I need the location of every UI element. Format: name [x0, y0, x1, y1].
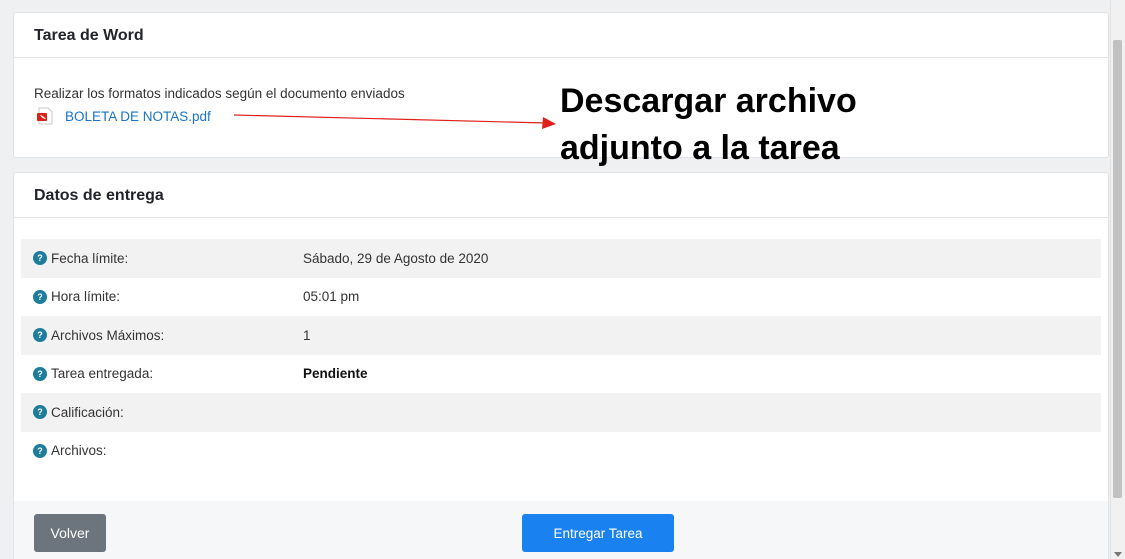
delivery-details: ? Fecha límite: Sábado, 29 de Agosto de … — [21, 239, 1101, 470]
back-button[interactable]: Volver — [34, 514, 106, 552]
question-circle-icon[interactable]: ? — [33, 405, 47, 420]
action-bar: Volver Entregar Tarea — [14, 501, 1108, 559]
question-circle-icon[interactable]: ? — [33, 328, 47, 343]
detail-label: Fecha límite: — [51, 250, 129, 266]
detail-label: Tarea entregada: — [51, 366, 154, 382]
scrollbar-thumb[interactable] — [1113, 40, 1122, 498]
row-fecha-limite: ? Fecha límite: Sábado, 29 de Agosto de … — [21, 239, 1101, 278]
status-value: Pendiente — [303, 366, 368, 382]
question-circle-icon[interactable]: ? — [33, 366, 47, 381]
detail-value: 1 — [303, 327, 311, 343]
annotation-line-1: Descargar archivo — [560, 82, 857, 120]
detail-label: Archivos Máximos: — [51, 327, 165, 343]
detail-label: Archivos: — [51, 443, 107, 459]
scrollbar[interactable] — [1110, 0, 1125, 559]
row-tarea-entregada: ? Tarea entregada: Pendiente — [21, 355, 1101, 394]
question-circle-icon[interactable]: ? — [33, 251, 47, 266]
annotation-arrow — [234, 114, 556, 129]
scroll-down-icon[interactable] — [1114, 552, 1122, 557]
delivery-card: Datos de entrega ? Fecha límite: Sábado,… — [13, 172, 1109, 559]
delivery-title: Datos de entrega — [14, 173, 1108, 218]
detail-value: 05:01 pm — [303, 289, 360, 305]
detail-value: Sábado, 29 de Agosto de 2020 — [303, 250, 489, 266]
row-archivos: ? Archivos: — [21, 432, 1101, 471]
page: Tarea de Word Realizar los formatos indi… — [0, 0, 1125, 559]
submit-task-button[interactable]: Entregar Tarea — [522, 514, 674, 552]
detail-label: Hora límite: — [51, 289, 121, 305]
pdf-file-icon — [36, 107, 54, 125]
annotation-line-2: adjunto a la tarea — [560, 129, 840, 167]
row-archivos-maximos: ? Archivos Máximos: 1 — [21, 316, 1101, 355]
annotation-callout: Descargar archivo adjunto a la tarea — [560, 78, 900, 172]
row-hora-limite: ? Hora límite: 05:01 pm — [21, 278, 1101, 317]
question-circle-icon[interactable]: ? — [33, 289, 47, 304]
attachment-link[interactable]: BOLETA DE NOTAS.pdf — [65, 109, 211, 124]
detail-label: Calificación: — [51, 404, 124, 420]
row-calificacion: ? Calificación: — [21, 393, 1101, 432]
question-circle-icon[interactable]: ? — [33, 443, 47, 458]
task-title: Tarea de Word — [14, 13, 1108, 58]
